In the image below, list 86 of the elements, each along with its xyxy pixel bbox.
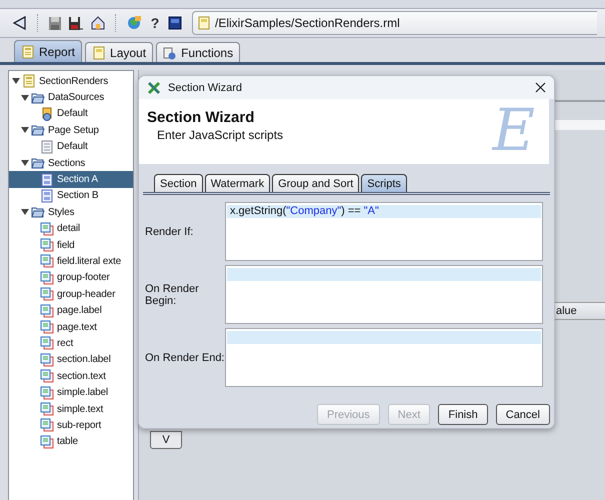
tab[interactable]: Layout — [85, 42, 154, 62]
column-header: alue — [556, 305, 577, 317]
style-icon — [40, 369, 54, 384]
tree-item[interactable]: group-header — [9, 286, 133, 302]
tree-item[interactable]: field — [9, 236, 133, 254]
field-label: On Render End: — [145, 352, 225, 364]
wizard-button[interactable]: Finish — [438, 404, 488, 425]
style-icon — [40, 270, 54, 285]
script-field[interactable] — [225, 328, 543, 387]
collapse-icon[interactable] — [21, 208, 29, 216]
document-gear-icon — [163, 46, 178, 60]
dialog-title: Section Wizard — [168, 82, 243, 94]
collapse-icon[interactable] — [21, 126, 29, 134]
help-button[interactable]: ? — [148, 15, 162, 31]
tab[interactable]: Watermark — [204, 174, 270, 192]
collapse-icon[interactable] — [21, 94, 29, 102]
section-icon — [40, 188, 54, 203]
wizard-icon — [147, 80, 161, 94]
tree-item[interactable]: detail — [9, 220, 133, 237]
style-icon — [40, 222, 54, 236]
tree-item[interactable]: simple.label — [9, 384, 133, 401]
tree-item[interactable]: SectionRenders — [9, 73, 133, 90]
close-icon[interactable] — [535, 82, 546, 93]
folder-icon — [31, 123, 45, 138]
wizard-button[interactable]: Cancel — [496, 404, 550, 425]
save-as-icon[interactable] — [68, 16, 84, 30]
tree-item[interactable]: Section B — [9, 188, 133, 204]
tree-item[interactable]: page.label — [9, 302, 133, 319]
tree-item[interactable]: Page Setup — [9, 122, 133, 139]
section-icon — [40, 172, 54, 187]
document-icon — [21, 44, 35, 58]
document-icon — [197, 16, 211, 30]
tree-item[interactable]: Sections — [9, 154, 133, 172]
tree-item[interactable]: section.text — [9, 368, 133, 384]
document-icon — [92, 46, 106, 60]
style-icon — [40, 287, 54, 302]
style-icon — [40, 434, 54, 449]
tree-item[interactable]: page.text — [9, 318, 133, 336]
tab[interactable]: Group and Sort — [272, 174, 360, 192]
path-field[interactable]: /ElixirSamples/SectionRenders.rml — [192, 11, 597, 35]
style-icon — [40, 336, 54, 350]
style-icon — [40, 304, 54, 318]
logo: E — [492, 101, 535, 159]
tree-item[interactable]: DataSources — [9, 89, 133, 106]
tree-item[interactable]: sub-report — [9, 417, 133, 434]
field-label: Render If: — [145, 226, 194, 238]
tree-item[interactable]: simple.text — [9, 400, 133, 418]
tree-item[interactable]: section.label — [9, 352, 133, 368]
script-field[interactable]: x.getString("Company") == "A" — [225, 202, 543, 261]
style-icon — [40, 418, 54, 432]
collapse-icon[interactable] — [21, 159, 29, 168]
style-icon — [40, 386, 54, 400]
tree-item[interactable]: Styles — [9, 204, 133, 221]
tab[interactable]: Scripts — [361, 174, 407, 192]
tab[interactable]: Section — [154, 174, 203, 192]
tree-item[interactable]: Default — [9, 138, 133, 155]
field-label: On Render Begin: — [145, 282, 200, 306]
database-icon — [40, 106, 54, 121]
wizard-subheading: Enter JavaScript scripts — [157, 128, 284, 142]
script-field[interactable] — [225, 265, 543, 324]
save-icon[interactable] — [48, 16, 62, 30]
tree-item[interactable]: rect — [9, 335, 133, 352]
home-icon[interactable] — [90, 15, 106, 31]
tree-item[interactable]: field.literal exte — [9, 253, 133, 270]
tree-item[interactable]: table — [9, 434, 133, 450]
tab[interactable]: Report — [14, 40, 82, 62]
style-icon — [40, 238, 54, 252]
style-icon — [40, 402, 54, 416]
page-icon — [40, 140, 54, 154]
collapse-icon[interactable] — [12, 77, 20, 86]
tab[interactable]: Functions — [156, 42, 240, 62]
tree-item[interactable]: Default — [9, 106, 133, 122]
document-icon — [22, 74, 36, 88]
window-icon[interactable] — [168, 16, 182, 30]
folder-icon — [31, 205, 45, 220]
tree-item[interactable]: Section A — [9, 171, 133, 188]
folder-icon — [31, 156, 45, 170]
expand-button[interactable]: V — [150, 431, 182, 449]
tree-item[interactable]: group-footer — [9, 270, 133, 286]
style-icon — [40, 254, 54, 268]
style-icon — [40, 352, 54, 367]
wizard-heading: Section Wizard — [147, 109, 254, 126]
globe-icon[interactable] — [126, 15, 142, 31]
back-icon[interactable] — [12, 15, 28, 31]
folder-icon — [31, 90, 45, 105]
style-icon — [40, 320, 54, 334]
